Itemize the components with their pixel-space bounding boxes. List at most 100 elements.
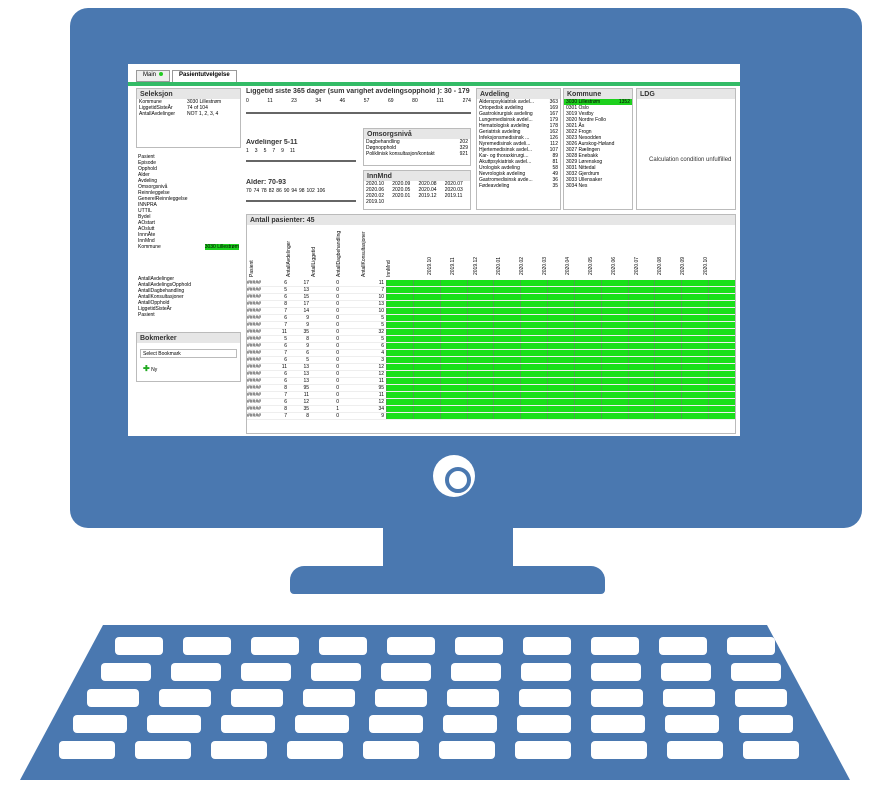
heatmap-cell	[439, 315, 467, 321]
heatmap-cell	[520, 371, 547, 377]
heatmap-cell	[573, 287, 601, 293]
heatmap-cell	[627, 406, 655, 412]
heatmap-cell	[654, 350, 681, 356]
heatmap-cell	[573, 392, 601, 398]
heatmap-cell	[681, 371, 708, 377]
table-row: ##### 8 95 0 95	[247, 385, 735, 392]
slider-tick: 86	[276, 188, 282, 194]
item-label: 3034 Nes	[566, 183, 588, 189]
list-item[interactable]	[445, 199, 468, 205]
heatmap-cell	[573, 371, 601, 377]
table-cell: #####	[247, 378, 261, 384]
heatmap-cell	[547, 287, 574, 293]
heatmap-cell	[520, 329, 547, 335]
heatmap-cell	[439, 322, 467, 328]
slider-tick: 74	[253, 188, 260, 194]
table-cell: 0	[336, 287, 339, 293]
selection-row[interactable]: AntallAvdelinger NOT 1, 2, 3, 4	[137, 111, 240, 117]
table-cell: #####	[247, 350, 261, 356]
heatmap-cells	[386, 378, 735, 384]
table-cell: #####	[247, 294, 261, 300]
tab-pasientutvelgelse[interactable]: Pasientutvelgelse	[172, 70, 237, 82]
table-cell: 12	[378, 399, 384, 405]
table-cell: 13	[303, 287, 309, 293]
heatmap-cell	[439, 364, 467, 370]
column-header: 2020.06	[611, 256, 617, 275]
heatmap-cell	[520, 378, 547, 384]
slider-track[interactable]	[246, 160, 356, 162]
heatmap-cell	[466, 294, 494, 300]
field-item[interactable]: Pasient	[136, 312, 241, 318]
avdeling-title: Avdeling	[477, 89, 560, 99]
slider-track[interactable]	[246, 200, 356, 202]
table-row: ##### 7 14 0 10	[247, 308, 735, 315]
heatmap-cell	[520, 357, 547, 363]
column-header: 2020.03	[542, 256, 548, 275]
heatmap-cell	[466, 336, 494, 342]
add-icon[interactable]: ✚	[143, 364, 150, 373]
slider-tick: 106	[316, 188, 326, 194]
keyboard	[20, 625, 850, 780]
list-item[interactable]: Fødeavdeling 35	[477, 183, 560, 189]
heatmap-cell	[708, 357, 735, 363]
avdelinger-slider[interactable]: Avdelinger 5-11 1 3 5 7 9 11	[246, 139, 356, 171]
bookmark-select[interactable]: Select Bookmark	[140, 349, 237, 358]
slider-tick: 78	[261, 188, 267, 194]
key	[661, 663, 711, 681]
tab-main[interactable]: Main	[136, 70, 171, 82]
field-item[interactable]: Kommune 3030 Lillestrøm	[136, 244, 241, 250]
heatmap-cell	[386, 392, 413, 398]
table-row: ##### 7 6 0 4	[247, 350, 735, 357]
seleksjon-title: Seleksjon	[137, 89, 240, 99]
heatmap-cell	[600, 294, 628, 300]
table-cell: 12	[378, 371, 384, 377]
table-cell: #####	[247, 343, 261, 349]
table-cell: 0	[336, 329, 339, 335]
heatmap-cell	[466, 399, 494, 405]
heatmap-cell	[708, 413, 735, 419]
alder-slider[interactable]: Alder: 70-93 70 74 78 82 86 90 94 98 102 106	[246, 179, 356, 211]
heatmap-cell	[627, 350, 655, 356]
alder-title: Alder: 70-93	[246, 179, 287, 186]
field-list-2: AntallAvdelinger AntallAvdelingsOpphold An…	[136, 276, 241, 326]
heatmap-cell	[412, 343, 440, 349]
avdelinger-title: Avdelinger 5-11	[246, 139, 298, 146]
heatmap-cell	[547, 294, 574, 300]
heatmap-cell	[708, 336, 735, 342]
heatmap-cell	[439, 392, 467, 398]
list-item[interactable]: 3034 Nes	[564, 183, 632, 189]
heatmap-cell	[654, 294, 681, 300]
column-header: 2020.07	[634, 256, 640, 275]
list-item[interactable]	[419, 199, 442, 205]
heatmap-cells	[386, 364, 735, 370]
heatmap-cell	[547, 308, 574, 314]
new-bookmark-label[interactable]: Ny	[151, 367, 157, 373]
heatmap-cell	[547, 350, 574, 356]
heatmap-cells	[386, 336, 735, 342]
slider-tick: 94	[291, 188, 297, 194]
list-item[interactable]: Poliklinisk konsultasjon/kontakt 921	[364, 151, 470, 157]
key	[183, 637, 231, 655]
list-item[interactable]	[392, 199, 415, 205]
heatmap-cell	[493, 378, 520, 384]
heatmap-cell	[493, 364, 520, 370]
table-cell: 0	[336, 378, 339, 384]
heatmap-cell	[520, 399, 547, 405]
heatmap-cell	[573, 350, 601, 356]
heatmap-cell	[654, 413, 681, 419]
slider-track[interactable]	[246, 112, 471, 114]
list-item[interactable]: 2019.10	[366, 199, 389, 205]
heatmap-cell	[681, 315, 708, 321]
slider-tick: 82	[268, 188, 275, 194]
heatmap-cell	[412, 287, 440, 293]
key	[517, 715, 571, 733]
heatmap-cell	[600, 329, 628, 335]
heatmap-cell	[466, 357, 494, 363]
heatmap-cell	[493, 322, 520, 328]
column-header: 2019.11	[450, 257, 456, 275]
table-cell: 11	[281, 329, 287, 335]
heatmap-cell	[439, 329, 467, 335]
table-row: ##### 6 12 0 12	[247, 399, 735, 406]
innmnd-title: InnMnd	[364, 171, 470, 181]
table-cell: #####	[247, 336, 261, 342]
